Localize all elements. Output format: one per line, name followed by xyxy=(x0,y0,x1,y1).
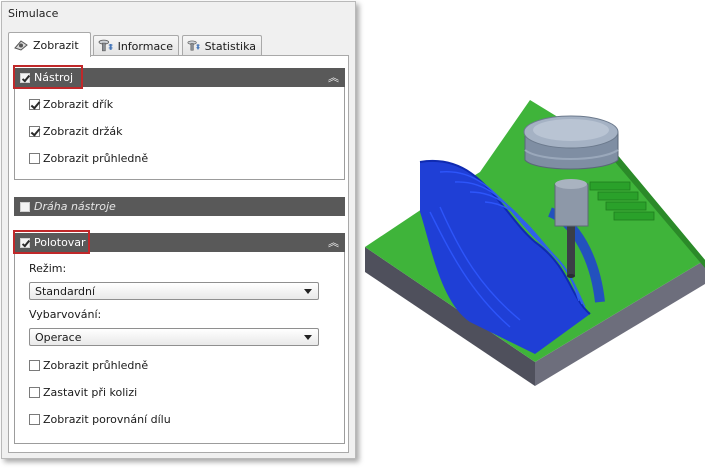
tab-zobrazit[interactable]: Zobrazit xyxy=(8,32,91,57)
tab-label: Informace xyxy=(117,39,173,53)
tool-section-body: Zobrazit dřík Zobrazit držák Zobrazit pr… xyxy=(14,87,345,180)
stop-on-collision-checkbox[interactable] xyxy=(29,387,40,398)
display-eye-icon xyxy=(14,40,28,51)
tab-content: Nástroj ︽ Zobrazit dřík Zobrazit držák Z… xyxy=(8,55,349,453)
tool-section-label: Nástroj xyxy=(34,71,74,84)
toolpath-section-label: Dráha nástroje xyxy=(34,200,116,213)
show-holder-label: Zobrazit držák xyxy=(43,125,123,138)
collapse-chevron-icon[interactable]: ︽ xyxy=(328,234,339,250)
stock-section-label: Polotovar xyxy=(34,236,86,249)
show-shank-option[interactable]: Zobrazit dřík xyxy=(29,98,113,111)
mode-select[interactable]: Standardní xyxy=(29,282,319,300)
tool-section-checkbox[interactable] xyxy=(20,72,30,83)
stock-section-checkbox[interactable] xyxy=(20,237,30,248)
stock-transparent-option[interactable]: Zobrazit průhledně xyxy=(29,359,148,372)
tool-section-header[interactable]: Nástroj ︽ xyxy=(14,68,345,87)
tool-holder-neck xyxy=(554,183,589,227)
dropdown-arrow-icon xyxy=(304,289,312,294)
part-comparison-option[interactable]: Zobrazit porovnání dílu xyxy=(29,413,171,426)
dropdown-arrow-icon xyxy=(304,335,312,340)
panel-title: Simulace xyxy=(8,7,59,20)
tool-shank xyxy=(567,224,575,276)
toolpath-section-checkbox[interactable] xyxy=(20,201,30,212)
coloring-label: Vybarvování: xyxy=(29,308,102,321)
tab-informace[interactable]: Informace xyxy=(93,35,179,56)
show-shank-checkbox[interactable] xyxy=(29,99,40,110)
collapse-chevron-icon[interactable]: ︽ xyxy=(328,69,339,85)
stock-section-header[interactable]: Polotovar ︽ xyxy=(14,233,345,252)
toolpath-section-header[interactable]: Dráha nástroje xyxy=(14,197,345,216)
simulation-panel: Simulace Zobrazit Informace Statistika N… xyxy=(1,1,356,459)
coloring-select[interactable]: Operace xyxy=(29,328,319,346)
coloring-select-value: Operace xyxy=(35,330,82,344)
mode-select-value: Standardní xyxy=(35,284,96,298)
tab-label: Zobrazit xyxy=(33,38,79,52)
show-shank-label: Zobrazit dřík xyxy=(43,98,114,111)
machining-simulation-view[interactable] xyxy=(360,92,710,392)
tool-info-icon xyxy=(98,39,113,52)
show-holder-option[interactable]: Zobrazit držák xyxy=(29,125,123,138)
stop-on-collision-label: Zastavit při kolizi xyxy=(43,386,138,399)
stock-section-body: Režim: Standardní Vybarvování: Operace Z… xyxy=(14,252,345,444)
stock-transparent-checkbox[interactable] xyxy=(29,360,40,371)
mode-label: Režim: xyxy=(29,262,67,275)
tool-stats-icon xyxy=(187,40,200,51)
show-holder-checkbox[interactable] xyxy=(29,126,40,137)
tool-transparent-option[interactable]: Zobrazit průhledně xyxy=(29,152,148,165)
part-comparison-checkbox[interactable] xyxy=(29,414,40,425)
stop-on-collision-option[interactable]: Zastavit při kolizi xyxy=(29,386,137,399)
tab-statistika[interactable]: Statistika xyxy=(182,35,262,56)
tool-transparent-label: Zobrazit průhledně xyxy=(43,152,149,165)
part-comparison-label: Zobrazit porovnání dílu xyxy=(43,413,171,426)
tab-label: Statistika xyxy=(204,39,256,53)
tool-transparent-checkbox[interactable] xyxy=(29,153,40,164)
stock-transparent-label: Zobrazit průhledně xyxy=(43,359,149,372)
